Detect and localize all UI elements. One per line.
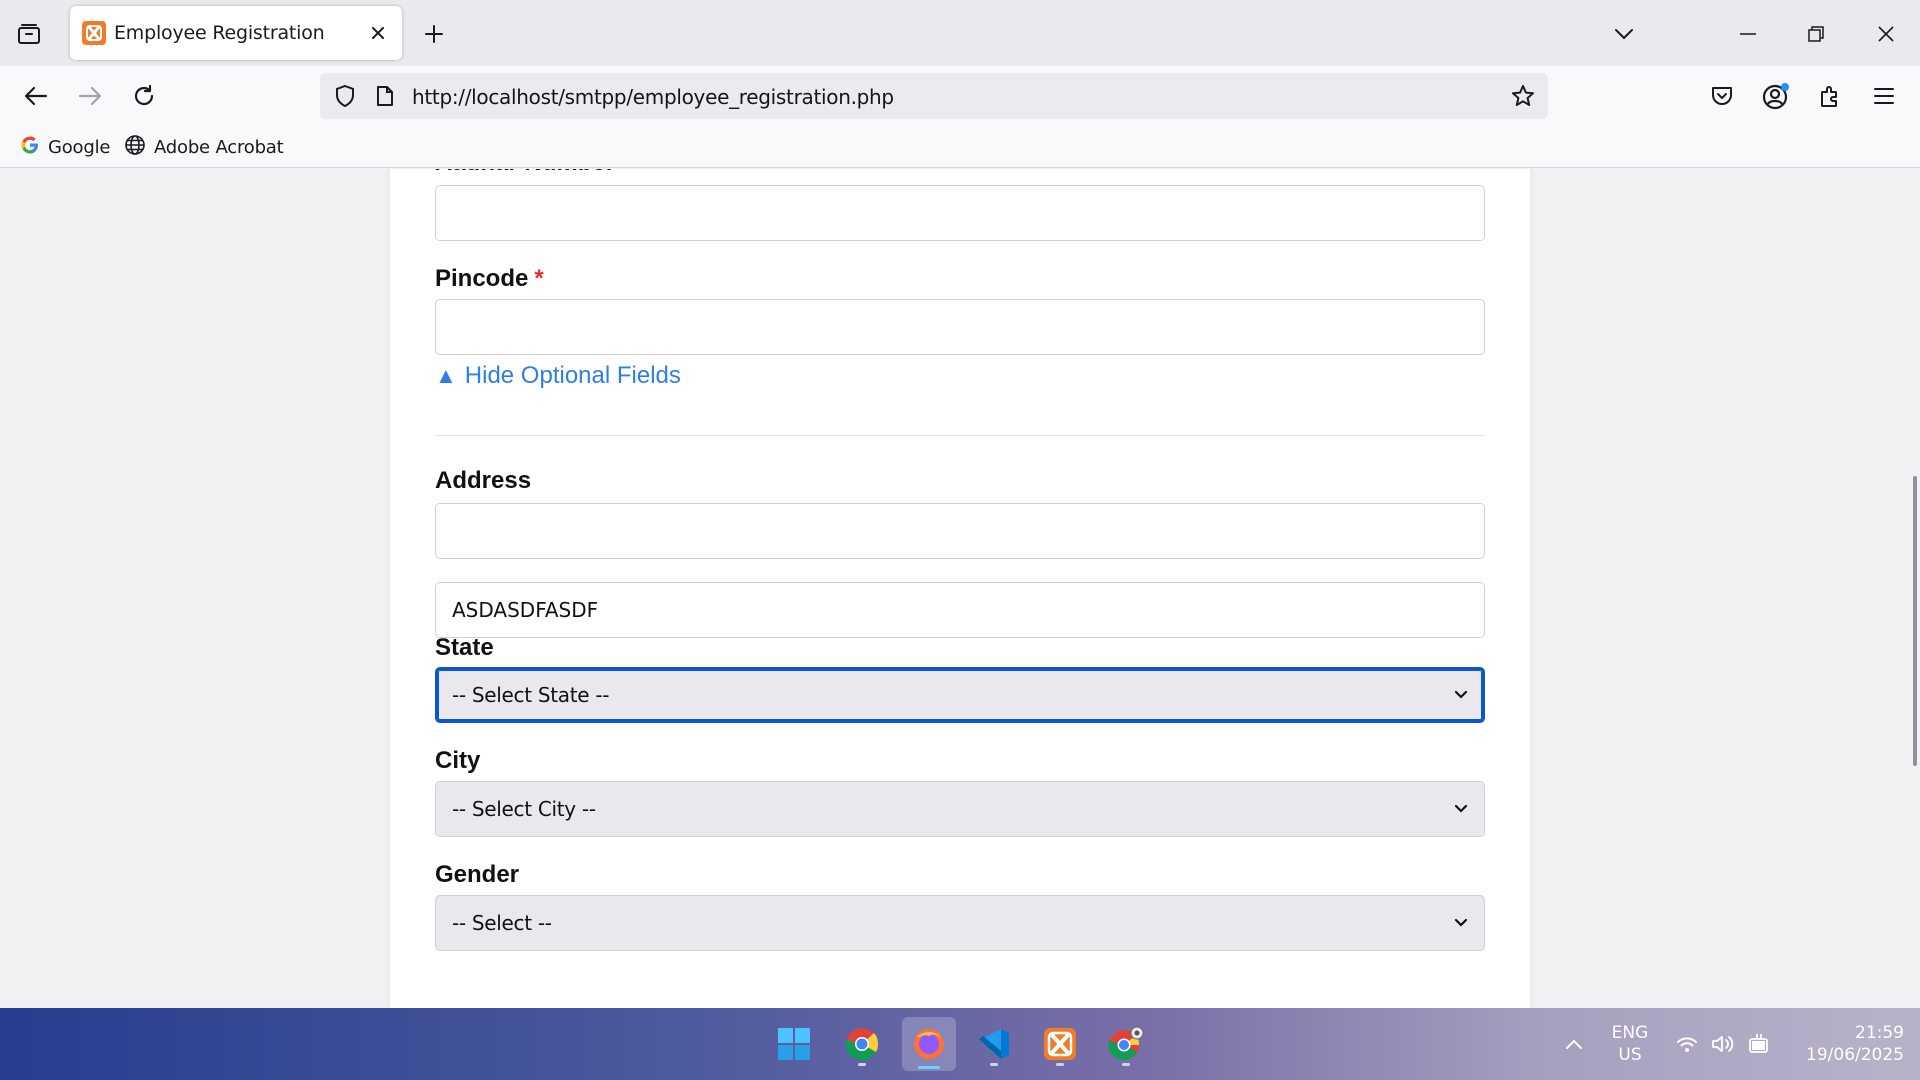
bookmark-label: Adobe Acrobat bbox=[154, 136, 284, 158]
page-info-icon[interactable] bbox=[370, 81, 400, 111]
state-label: State bbox=[435, 634, 494, 661]
city-label: City bbox=[435, 747, 481, 774]
aadhar-number-input[interactable] bbox=[435, 185, 1485, 241]
language-code: ENG bbox=[1611, 1023, 1649, 1043]
section-divider bbox=[435, 435, 1485, 436]
registration-form-card: Aadhar Number Pincode* ▲ Hide Optional F… bbox=[390, 169, 1530, 1008]
bookmark-google[interactable]: Google bbox=[20, 134, 110, 160]
menu-hamburger-icon[interactable] bbox=[1866, 78, 1902, 114]
minimize-window-icon[interactable] bbox=[1730, 16, 1766, 52]
gender-label: Gender bbox=[435, 861, 520, 888]
google-icon bbox=[20, 135, 40, 160]
required-asterisk: * bbox=[534, 265, 544, 292]
chevron-down-icon bbox=[1452, 800, 1470, 818]
chrome-canary-icon[interactable] bbox=[1102, 1020, 1150, 1068]
aadhar-number-label: Aadhar Number bbox=[435, 169, 615, 177]
wifi-icon[interactable] bbox=[1672, 1020, 1702, 1068]
windows-start-icon[interactable] bbox=[770, 1020, 818, 1068]
address-bar[interactable]: http://localhost/smtpp/employee_registra… bbox=[320, 73, 1548, 119]
firefox-icon[interactable] bbox=[902, 1017, 956, 1071]
pincode-label: Pincode * bbox=[435, 265, 544, 293]
windows-taskbar: ENG US 21:59 19/06/2025 bbox=[0, 1008, 1920, 1080]
extensions-icon[interactable] bbox=[1812, 78, 1848, 114]
hide-optional-fields-label: Hide Optional Fields bbox=[464, 362, 681, 389]
new-tab-icon[interactable] bbox=[418, 18, 450, 50]
clock[interactable]: 21:59 19/06/2025 bbox=[1780, 1022, 1904, 1066]
account-icon[interactable] bbox=[1758, 78, 1794, 114]
xampp-favicon-icon bbox=[82, 21, 106, 45]
running-indicator bbox=[990, 1063, 998, 1066]
battery-icon[interactable] bbox=[1744, 1020, 1774, 1068]
state-select[interactable]: -- Select State -- bbox=[435, 667, 1485, 723]
city-selected-value: -- Select City -- bbox=[452, 797, 596, 821]
bookmarks-toolbar: Google Adobe Acrobat bbox=[0, 126, 1920, 168]
page-scrollbar[interactable] bbox=[1913, 476, 1917, 766]
city-select[interactable]: -- Select City -- bbox=[435, 781, 1485, 837]
state-selected-value: -- Select State -- bbox=[452, 683, 610, 707]
gender-select[interactable]: -- Select -- bbox=[435, 895, 1485, 951]
address-label: Address bbox=[435, 467, 532, 494]
tab-title: Employee Registration bbox=[114, 22, 325, 44]
close-window-icon[interactable] bbox=[1868, 16, 1904, 52]
show-hidden-icons-chevron-icon[interactable] bbox=[1556, 1020, 1592, 1068]
url-text[interactable]: http://localhost/smtpp/employee_registra… bbox=[412, 85, 894, 109]
pincode-label-text: Pincode bbox=[435, 265, 529, 292]
pocket-icon[interactable] bbox=[1704, 78, 1740, 114]
tab-bar: Employee Registration bbox=[0, 0, 1920, 66]
address-line1-input[interactable] bbox=[435, 503, 1485, 559]
restore-window-icon[interactable] bbox=[1798, 16, 1834, 52]
bookmark-star-icon[interactable] bbox=[1508, 81, 1538, 111]
triangle-up-icon: ▲ bbox=[435, 363, 457, 388]
active-tab[interactable]: Employee Registration bbox=[70, 6, 402, 60]
keyboard-layout: US bbox=[1618, 1045, 1642, 1065]
running-indicator bbox=[858, 1063, 866, 1066]
volume-icon[interactable] bbox=[1708, 1020, 1738, 1068]
list-all-tabs-icon[interactable] bbox=[1608, 18, 1640, 50]
page-viewport: Aadhar Number Pincode* ▲ Hide Optional F… bbox=[0, 169, 1920, 1008]
vscode-icon[interactable] bbox=[970, 1020, 1018, 1068]
active-indicator bbox=[918, 1066, 940, 1069]
clock-time: 21:59 bbox=[1855, 1023, 1904, 1043]
address-line2-input[interactable]: ASDASDFASDF bbox=[435, 582, 1485, 638]
chevron-down-icon bbox=[1452, 686, 1470, 704]
back-arrow-icon[interactable] bbox=[18, 78, 54, 114]
gender-selected-value: -- Select -- bbox=[452, 911, 552, 935]
chrome-icon[interactable] bbox=[838, 1020, 886, 1068]
chevron-down-icon bbox=[1452, 914, 1470, 932]
language-indicator[interactable]: ENG US bbox=[1600, 1022, 1660, 1066]
forward-arrow-icon[interactable] bbox=[72, 78, 108, 114]
running-indicator bbox=[1122, 1063, 1130, 1066]
navigation-toolbar: http://localhost/smtpp/employee_registra… bbox=[0, 66, 1920, 126]
pincode-input[interactable] bbox=[435, 299, 1485, 355]
reload-icon[interactable] bbox=[126, 78, 162, 114]
firefox-view-icon[interactable] bbox=[14, 19, 44, 49]
running-indicator bbox=[1056, 1063, 1064, 1066]
bookmark-label: Google bbox=[48, 136, 111, 158]
hide-optional-fields-link[interactable]: ▲ Hide Optional Fields bbox=[435, 362, 681, 390]
globe-icon bbox=[124, 134, 146, 161]
xampp-icon[interactable] bbox=[1036, 1020, 1084, 1068]
bookmark-adobe-acrobat[interactable]: Adobe Acrobat bbox=[124, 134, 284, 161]
clock-date: 19/06/2025 bbox=[1806, 1045, 1904, 1065]
tracking-protection-shield-icon[interactable] bbox=[330, 81, 360, 111]
close-tab-icon[interactable] bbox=[364, 19, 392, 47]
